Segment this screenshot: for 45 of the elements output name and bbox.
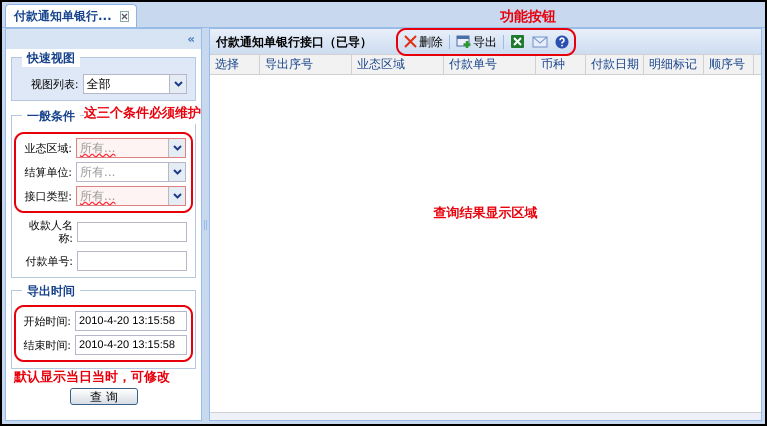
- field-label: 业态区域:: [23, 142, 72, 154]
- tab[interactable]: 付款通知单银行...: [5, 4, 137, 27]
- column-header[interactable]: 业态区域: [352, 55, 444, 74]
- mail-icon: [532, 36, 548, 48]
- field-label: 视图列表:: [30, 78, 79, 90]
- spreadsheet-icon: [510, 34, 525, 49]
- annotation-text: 这三个条件必须维护: [84, 104, 201, 124]
- annotation-text: 功能按钮: [500, 8, 556, 27]
- field-label: 付款单号:: [24, 254, 73, 268]
- close-icon[interactable]: [120, 10, 129, 22]
- splitter-handle[interactable]: [204, 220, 207, 230]
- column-header[interactable]: 币种: [536, 55, 586, 74]
- field-label: 接口类型:: [23, 190, 72, 202]
- column-header[interactable]: 选择: [210, 55, 260, 74]
- field-label: 结算单位:: [23, 166, 72, 178]
- cross-icon: [403, 34, 418, 49]
- column-header[interactable]: 付款日期: [586, 55, 644, 74]
- column-header[interactable]: 导出序号: [260, 55, 352, 74]
- date-time-field[interactable]: 2010-4-20 13:15:58: [75, 311, 187, 331]
- panel-title: 付款通知单银行接口（已导）: [216, 34, 373, 50]
- field-label: 开始时间:: [22, 314, 71, 328]
- field-label: 结束时间:: [22, 338, 71, 352]
- caret-icon: [172, 145, 182, 151]
- query-button[interactable]: 查 询: [70, 388, 138, 405]
- input-field[interactable]: [77, 251, 187, 271]
- add-window-icon: [456, 34, 472, 48]
- caret-icon: [172, 193, 182, 199]
- annotation-text: 默认显示当日当时，可修改: [12, 370, 171, 385]
- annotation-text: 查询结果显示区域: [434, 204, 538, 223]
- column-header[interactable]: 付款单号: [444, 55, 536, 74]
- caret-icon: [174, 81, 182, 87]
- toolbar-button[interactable]: 删除: [402, 32, 444, 52]
- section-legend: 一般条件: [22, 107, 80, 125]
- toolbar-button[interactable]: 导出: [455, 32, 498, 52]
- help-icon: [555, 34, 569, 48]
- dropdown[interactable]: 全部: [82, 74, 187, 94]
- horizontal-scrollbar[interactable]: [210, 412, 761, 420]
- column-header[interactable]: 顺序号: [704, 55, 754, 74]
- caret-icon: [172, 169, 182, 175]
- field-label: 收款人名称:: [28, 219, 73, 245]
- input-field[interactable]: [77, 222, 187, 242]
- date-time-field[interactable]: 2010-4-20 13:15:58: [75, 335, 187, 355]
- section-legend: 快速视图: [22, 49, 80, 67]
- section-legend: 导出时间: [22, 282, 80, 300]
- column-header[interactable]: 明细标记: [644, 55, 704, 74]
